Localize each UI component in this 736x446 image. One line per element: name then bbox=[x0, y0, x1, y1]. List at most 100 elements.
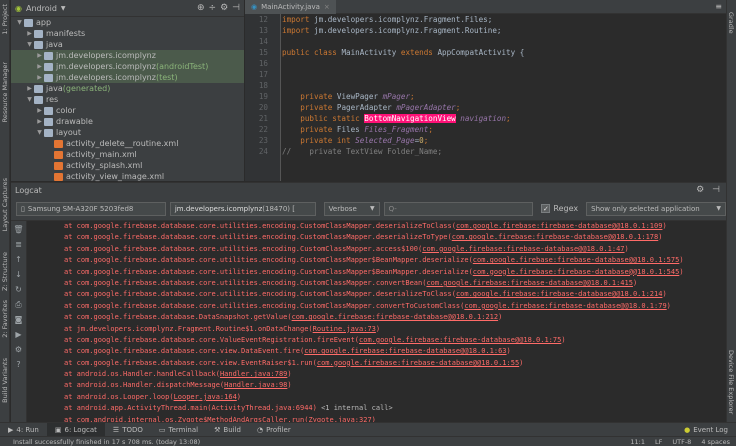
expand-arrow-icon[interactable]: ▼ bbox=[35, 127, 44, 138]
tree-item[interactable]: ▼ app bbox=[11, 17, 244, 28]
expand-arrow-icon[interactable]: ▼ bbox=[25, 39, 34, 50]
log-link[interactable]: com.google.firebase:firebase-database@@1… bbox=[426, 279, 633, 287]
hide-icon[interactable]: ⊣ bbox=[712, 185, 720, 195]
tree-item[interactable]: ▼ java bbox=[11, 39, 244, 50]
up-icon[interactable]: ↑ bbox=[11, 254, 26, 266]
expand-arrow-icon[interactable]: ▼ bbox=[25, 94, 34, 105]
log-text: at com.google.firebase.database.core.Val… bbox=[64, 335, 360, 344]
tree-item[interactable]: activity_splash.xml bbox=[11, 160, 244, 171]
expand-arrow-icon[interactable]: ▼ bbox=[15, 17, 24, 28]
chevron-down-icon[interactable]: ▼ bbox=[61, 5, 66, 12]
bottom-tab[interactable]: ◔ Profiler bbox=[249, 423, 299, 437]
expand-arrow-icon[interactable]: ▶ bbox=[35, 72, 44, 83]
clear-icon[interactable]: 🗑 bbox=[11, 224, 26, 236]
bottom-tab[interactable]: ▭ Terminal bbox=[151, 423, 206, 437]
tool-structure[interactable]: Z: Structure bbox=[1, 252, 9, 291]
gear-icon[interactable]: ⚙ bbox=[220, 3, 228, 13]
tree-item[interactable]: activity_view_image.xml bbox=[11, 171, 244, 182]
log-link[interactable]: com.google.firebase:firebase-database@@1… bbox=[464, 302, 666, 310]
project-view-selector[interactable]: Android bbox=[26, 4, 57, 13]
log-link[interactable]: com.google.firebase:firebase-database@@1… bbox=[292, 313, 499, 321]
tree-item[interactable]: ▶ color bbox=[11, 105, 244, 116]
tool-build-variants[interactable]: Build Variants bbox=[1, 358, 9, 403]
expand-arrow-icon[interactable]: ▶ bbox=[25, 28, 34, 39]
expand-arrow-icon[interactable]: ▶ bbox=[25, 83, 34, 94]
code-token: private bbox=[282, 125, 337, 134]
code-editor[interactable]: import jm.developers.icomplynz.Fragment.… bbox=[282, 14, 726, 181]
status-item[interactable]: 4 spaces bbox=[701, 437, 730, 446]
tree-item[interactable]: ▶ jm.developers.icomplynz bbox=[11, 50, 244, 61]
print-icon[interactable]: ⎙ bbox=[11, 299, 26, 311]
log-level-select[interactable]: Verbose ▼ bbox=[323, 201, 380, 216]
tree-item[interactable]: ▶ jm.developers.icomplynz (test) bbox=[11, 72, 244, 83]
log-link[interactable]: Handler.java:789 bbox=[220, 370, 287, 378]
tree-item-label: java bbox=[46, 40, 63, 49]
log-link[interactable]: com.google.firebase:firebase-database@@1… bbox=[456, 222, 663, 230]
down-icon[interactable]: ↓ bbox=[11, 269, 26, 281]
tree-item[interactable]: activity_main.xml bbox=[11, 149, 244, 160]
log-link[interactable]: Routine.java:73 bbox=[313, 325, 376, 333]
hide-icon[interactable]: ⊣ bbox=[232, 3, 240, 13]
record-icon[interactable]: ▶ bbox=[11, 329, 26, 341]
close-icon[interactable]: × bbox=[324, 3, 330, 11]
status-right: 11:1 LF UTF-8 4 spaces bbox=[630, 437, 730, 446]
event-log-button[interactable]: ● Event Log bbox=[676, 423, 736, 437]
sync-icon[interactable]: ⊕ bbox=[197, 3, 205, 13]
status-item[interactable]: UTF-8 bbox=[672, 437, 691, 446]
regex-checkbox[interactable]: ✓ Regex bbox=[541, 204, 578, 213]
logcat-output[interactable]: at com.google.firebase.database.core.uti… bbox=[28, 221, 726, 422]
log-link[interactable]: com.google.firebase:firebase-database@@1… bbox=[473, 268, 680, 276]
settings-icon[interactable]: ⚙ bbox=[11, 344, 26, 356]
camera-icon[interactable]: ◙ bbox=[11, 314, 26, 326]
tool-gradle[interactable]: Gradle bbox=[727, 12, 735, 34]
expand-arrow-icon[interactable]: ▶ bbox=[35, 50, 44, 61]
log-link[interactable]: Looper.java:164 bbox=[174, 393, 237, 401]
log-link[interactable]: com.google.firebase:firebase-database@@1… bbox=[422, 245, 624, 253]
process-selector[interactable]: jm.developers.icomplynz (18470) [ bbox=[169, 201, 316, 216]
tree-item[interactable]: ▶ jm.developers.icomplynz (androidTest) bbox=[11, 61, 244, 72]
code-line: import jm.developers.icomplynz.Fragment.… bbox=[282, 14, 726, 25]
bottom-tab[interactable]: ▶ 4: Run bbox=[0, 423, 47, 437]
filter-select[interactable]: Show only selected application ▼ bbox=[586, 201, 726, 216]
bottom-tab[interactable]: ▣ 6: Logcat bbox=[46, 422, 105, 437]
tool-layout-captures[interactable]: Layout Captures bbox=[1, 178, 9, 231]
gear-icon[interactable]: ⚙ bbox=[696, 185, 704, 195]
bottom-tab[interactable]: ⚒ Build bbox=[206, 423, 249, 437]
status-item[interactable]: LF bbox=[655, 437, 662, 446]
restart-icon[interactable]: ↻ bbox=[11, 284, 26, 296]
tree-item[interactable]: ▶ manifests bbox=[11, 28, 244, 39]
bottom-tab[interactable]: ☰ TODO bbox=[105, 423, 151, 437]
tree-item[interactable]: ▼ layout bbox=[11, 127, 244, 138]
tree-item[interactable]: ▼ res bbox=[11, 94, 244, 105]
tab-main-activity[interactable]: ◉ MainActivity.java × bbox=[245, 0, 336, 14]
menu-icon[interactable]: ≡ bbox=[715, 2, 722, 11]
log-link[interactable]: com.google.firebase:firebase-database@@1… bbox=[473, 256, 680, 264]
search-input[interactable]: Q- bbox=[383, 201, 534, 216]
log-link[interactable]: com.google.firebase:firebase-database@@1… bbox=[359, 336, 561, 344]
collapse-icon[interactable]: ÷ bbox=[209, 3, 217, 13]
expand-arrow-icon[interactable]: ▶ bbox=[35, 61, 44, 72]
log-link[interactable]: com.google.firebase:firebase-database@@1… bbox=[452, 233, 659, 241]
tool-resource-manager[interactable]: Resource Manager bbox=[1, 62, 9, 122]
tree-item[interactable]: ▶ drawable bbox=[11, 116, 244, 127]
code-token: ; bbox=[506, 114, 511, 123]
log-link[interactable]: com.google.firebase:firebase-database@@1… bbox=[304, 347, 506, 355]
scroll-end-icon[interactable]: ≣ bbox=[11, 239, 26, 251]
expand-arrow-icon[interactable]: ▶ bbox=[35, 116, 44, 127]
tree-item[interactable]: ▶ java (generated) bbox=[11, 83, 244, 94]
tool-device-file-explorer[interactable]: Device File Explorer bbox=[727, 350, 735, 414]
log-text: at android.os.Looper.loop( bbox=[64, 392, 174, 401]
expand-arrow-icon[interactable]: ▶ bbox=[35, 105, 44, 116]
status-item[interactable]: 11:1 bbox=[630, 437, 645, 446]
tree-item[interactable]: activity_delete__routine.xml bbox=[11, 138, 244, 149]
log-link[interactable]: com.google.firebase:firebase-database@@1… bbox=[317, 359, 519, 367]
device-selector[interactable]: ▯ Samsung SM-A320F 5203fed8 bbox=[16, 201, 166, 216]
log-internal-calls[interactable]: <1 internal call> bbox=[321, 404, 393, 412]
process-label: jm.developers.icomplynz bbox=[174, 204, 263, 213]
tool-project[interactable]: 1: Project bbox=[1, 4, 9, 35]
log-link[interactable]: com.google.firebase:firebase-database@@1… bbox=[456, 290, 663, 298]
tool-favorites[interactable]: 2: Favorites bbox=[1, 300, 9, 338]
log-link[interactable]: Handler.java:98 bbox=[224, 381, 287, 389]
help-icon[interactable]: ? bbox=[11, 359, 26, 371]
